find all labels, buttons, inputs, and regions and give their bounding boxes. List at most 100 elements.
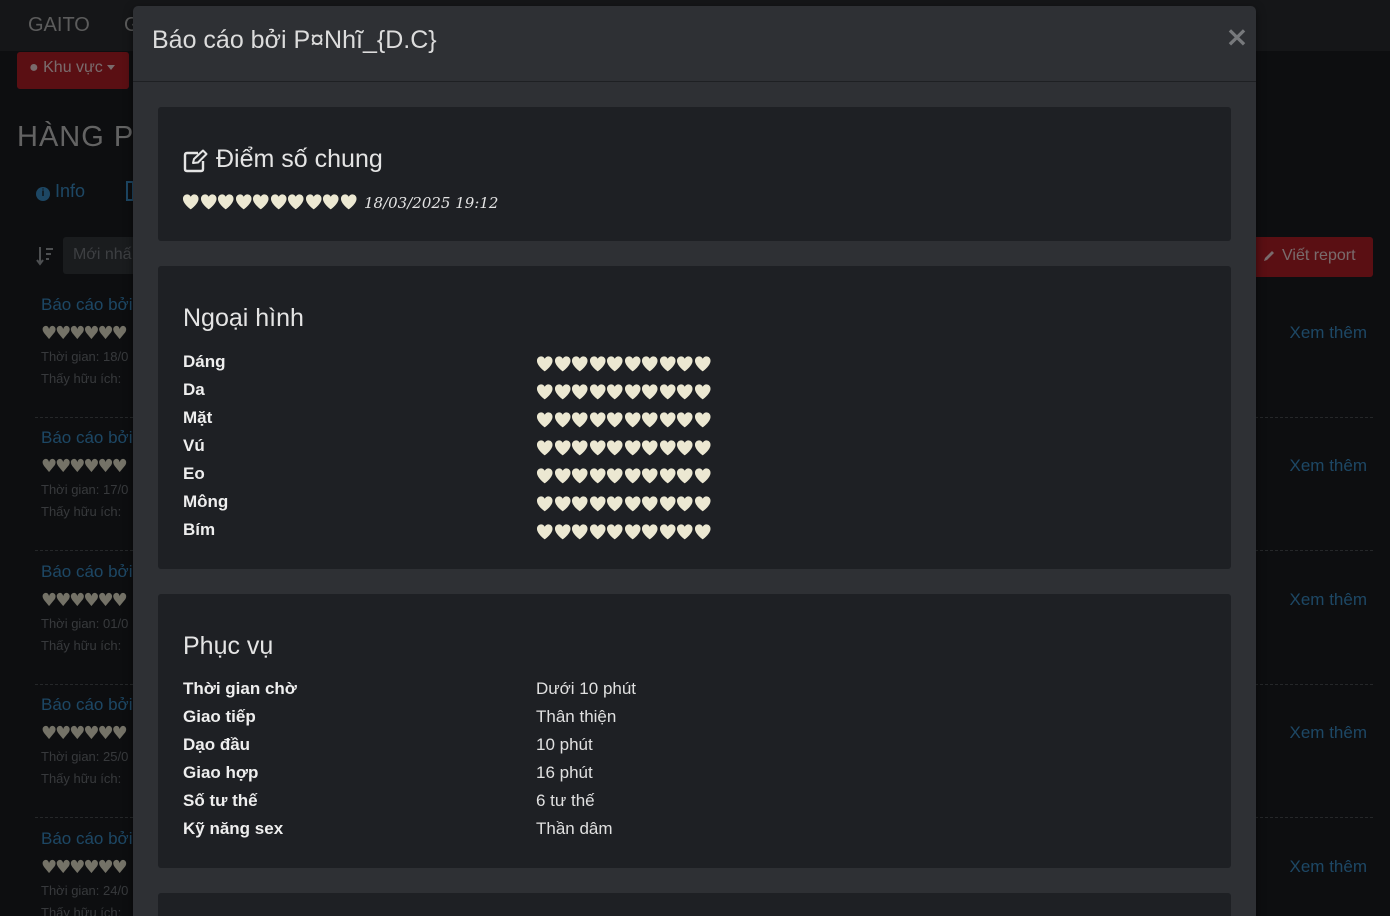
service-label: Kỹ năng sex [183, 819, 284, 838]
report-modal: Báo cáo bởi P¤Nhĩ_{D.C} × Điểm số chung … [133, 6, 1256, 916]
heart-icon [606, 496, 623, 512]
heart-icon [200, 194, 217, 210]
heart-icon [182, 194, 199, 210]
overall-score-title: Điểm số chung [216, 145, 383, 173]
heart-icon [659, 384, 676, 400]
appearance-rating-hearts [536, 439, 711, 457]
service-value: Thân thiện [536, 707, 617, 726]
heart-icon [676, 384, 693, 400]
heart-icon [589, 496, 606, 512]
heart-icon [536, 440, 553, 456]
heart-icon [536, 524, 553, 540]
heart-icon [676, 412, 693, 428]
heart-icon [305, 194, 322, 210]
service-row: Số tư thế 6 tư thế [183, 791, 1183, 815]
close-icon[interactable]: × [1224, 22, 1250, 52]
appearance-label: Vú [183, 436, 205, 455]
modal-header: Báo cáo bởi P¤Nhĩ_{D.C} × [133, 6, 1256, 82]
heart-icon [676, 524, 693, 540]
appearance-row: Vú [183, 436, 1183, 460]
heart-icon [676, 468, 693, 484]
heart-icon [252, 194, 269, 210]
heart-icon [536, 356, 553, 372]
report-date: 18/03/2025 19:12 [364, 194, 499, 212]
service-label: Giao hợp [183, 763, 259, 782]
service-label: Giao tiếp [183, 707, 256, 726]
overall-score-panel: Điểm số chung 18/03/2025 19:12 [158, 107, 1231, 241]
heart-icon [624, 384, 641, 400]
appearance-rating-hearts [536, 495, 711, 513]
heart-icon [270, 194, 287, 210]
heart-icon [659, 440, 676, 456]
heart-icon [624, 412, 641, 428]
appearance-label: Eo [183, 464, 205, 483]
heart-icon [606, 356, 623, 372]
modal-title: Báo cáo bởi P¤Nhĩ_{D.C} [152, 26, 437, 54]
heart-icon [624, 468, 641, 484]
appearance-rating-hearts [536, 355, 711, 373]
heart-icon [641, 384, 658, 400]
heart-icon [676, 440, 693, 456]
service-panel: Phục vụ Thời gian chờ Dưới 10 phút Giao … [158, 594, 1231, 868]
service-value: 10 phút [536, 735, 593, 754]
heart-icon [659, 356, 676, 372]
heart-icon [217, 194, 234, 210]
service-row: Giao hợp 16 phút [183, 763, 1183, 787]
heart-icon [589, 524, 606, 540]
heart-icon [641, 524, 658, 540]
edit-icon [183, 149, 208, 173]
service-row: Giao tiếp Thân thiện [183, 707, 1183, 731]
appearance-row: Mông [183, 492, 1183, 516]
heart-icon [659, 496, 676, 512]
heart-icon [554, 384, 571, 400]
appearance-panel: Ngoại hình Dáng Da Mặt Vú Eo Mông Bím [158, 266, 1231, 569]
appearance-row: Dáng [183, 352, 1183, 376]
heart-icon [589, 468, 606, 484]
service-value: 16 phút [536, 763, 593, 782]
heart-icon [641, 356, 658, 372]
heart-icon [676, 496, 693, 512]
heart-icon [554, 496, 571, 512]
heart-icon [694, 468, 711, 484]
heart-icon [340, 194, 357, 210]
heart-icon [554, 468, 571, 484]
heart-icon [624, 524, 641, 540]
heart-icon [676, 356, 693, 372]
service-value: 6 tư thế [536, 791, 595, 810]
heart-icon [571, 496, 588, 512]
heart-icon [287, 194, 304, 210]
heart-icon [606, 384, 623, 400]
heart-icon [659, 468, 676, 484]
heart-icon [694, 356, 711, 372]
heart-icon [554, 440, 571, 456]
heart-icon [589, 384, 606, 400]
heart-icon [571, 412, 588, 428]
heart-icon [571, 384, 588, 400]
heart-icon [571, 524, 588, 540]
heart-icon [624, 356, 641, 372]
heart-icon [606, 440, 623, 456]
appearance-rating-hearts [536, 411, 711, 429]
heart-icon [554, 356, 571, 372]
heart-icon [606, 524, 623, 540]
heart-icon [606, 412, 623, 428]
heart-icon [641, 468, 658, 484]
heart-icon [235, 194, 252, 210]
heart-icon [536, 412, 553, 428]
appearance-row: Da [183, 380, 1183, 404]
heart-icon [659, 412, 676, 428]
heart-icon [694, 384, 711, 400]
appearance-label: Mông [183, 492, 229, 511]
service-label: Số tư thế [183, 791, 258, 810]
heart-icon [694, 412, 711, 428]
heart-icon [589, 440, 606, 456]
service-row: Dạo đầu 10 phút [183, 735, 1183, 759]
heart-icon [322, 194, 339, 210]
heart-icon [571, 440, 588, 456]
heart-icon [589, 412, 606, 428]
service-row: Thời gian chờ Dưới 10 phút [183, 679, 1183, 703]
appearance-row: Mặt [183, 408, 1183, 432]
service-row: Kỹ năng sex Thần dâm [183, 819, 1183, 843]
heart-icon [554, 524, 571, 540]
heart-icon [624, 496, 641, 512]
